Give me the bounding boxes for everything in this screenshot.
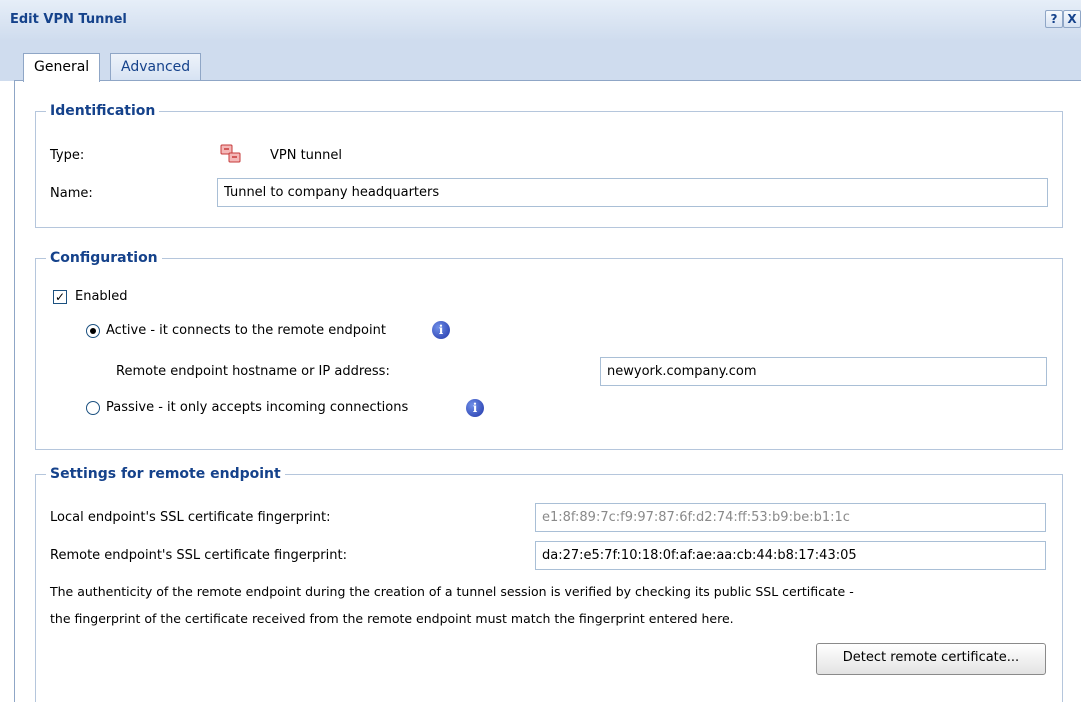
passive-radio[interactable] (86, 401, 100, 415)
dialog-title: Edit VPN Tunnel (10, 12, 127, 27)
remote-fingerprint-input[interactable] (535, 541, 1046, 570)
remote-settings-fieldset: Settings for remote endpoint Local endpo… (35, 465, 1063, 702)
vpn-tunnel-icon (220, 144, 241, 163)
active-label: Active - it connects to the remote endpo… (106, 323, 386, 338)
description-line-2: the fingerprint of the certificate recei… (50, 611, 734, 626)
detect-certificate-button[interactable]: Detect remote certificate... (816, 643, 1046, 675)
configuration-fieldset: Configuration ✓ Enabled Active - it conn… (35, 249, 1063, 450)
help-button[interactable]: ? (1045, 10, 1063, 28)
type-label: Type: (50, 148, 85, 163)
close-button[interactable]: X (1063, 10, 1081, 28)
name-input[interactable] (217, 178, 1048, 207)
local-fingerprint-label: Local endpoint's SSL certificate fingerp… (50, 510, 331, 525)
info-icon-active[interactable]: i (432, 321, 450, 339)
passive-label: Passive - it only accepts incoming conne… (106, 400, 409, 415)
remote-host-input[interactable] (600, 357, 1047, 386)
panel-border (14, 81, 15, 702)
type-value: VPN tunnel (270, 148, 343, 163)
tab-general[interactable]: General (23, 53, 101, 82)
name-label: Name: (50, 186, 93, 201)
remote-settings-legend: Settings for remote endpoint (46, 465, 285, 483)
title-bar: Edit VPN Tunnel ? X (0, 0, 1081, 42)
enabled-label: Enabled (75, 289, 128, 304)
remote-fingerprint-label: Remote endpoint's SSL certificate finger… (50, 548, 347, 563)
configuration-legend: Configuration (46, 249, 162, 267)
identification-fieldset: Identification Type: VPN tunnel Name: (35, 102, 1063, 228)
enabled-checkbox[interactable]: ✓ (53, 290, 67, 304)
local-fingerprint-input (535, 503, 1046, 532)
info-icon-passive[interactable]: i (466, 399, 484, 417)
description-line-1: The authenticity of the remote endpoint … (50, 584, 854, 599)
identification-legend: Identification (46, 102, 160, 120)
active-radio[interactable] (86, 324, 100, 338)
remote-host-label: Remote endpoint hostname or IP address: (116, 364, 390, 379)
tab-advanced[interactable]: Advanced (110, 53, 202, 80)
